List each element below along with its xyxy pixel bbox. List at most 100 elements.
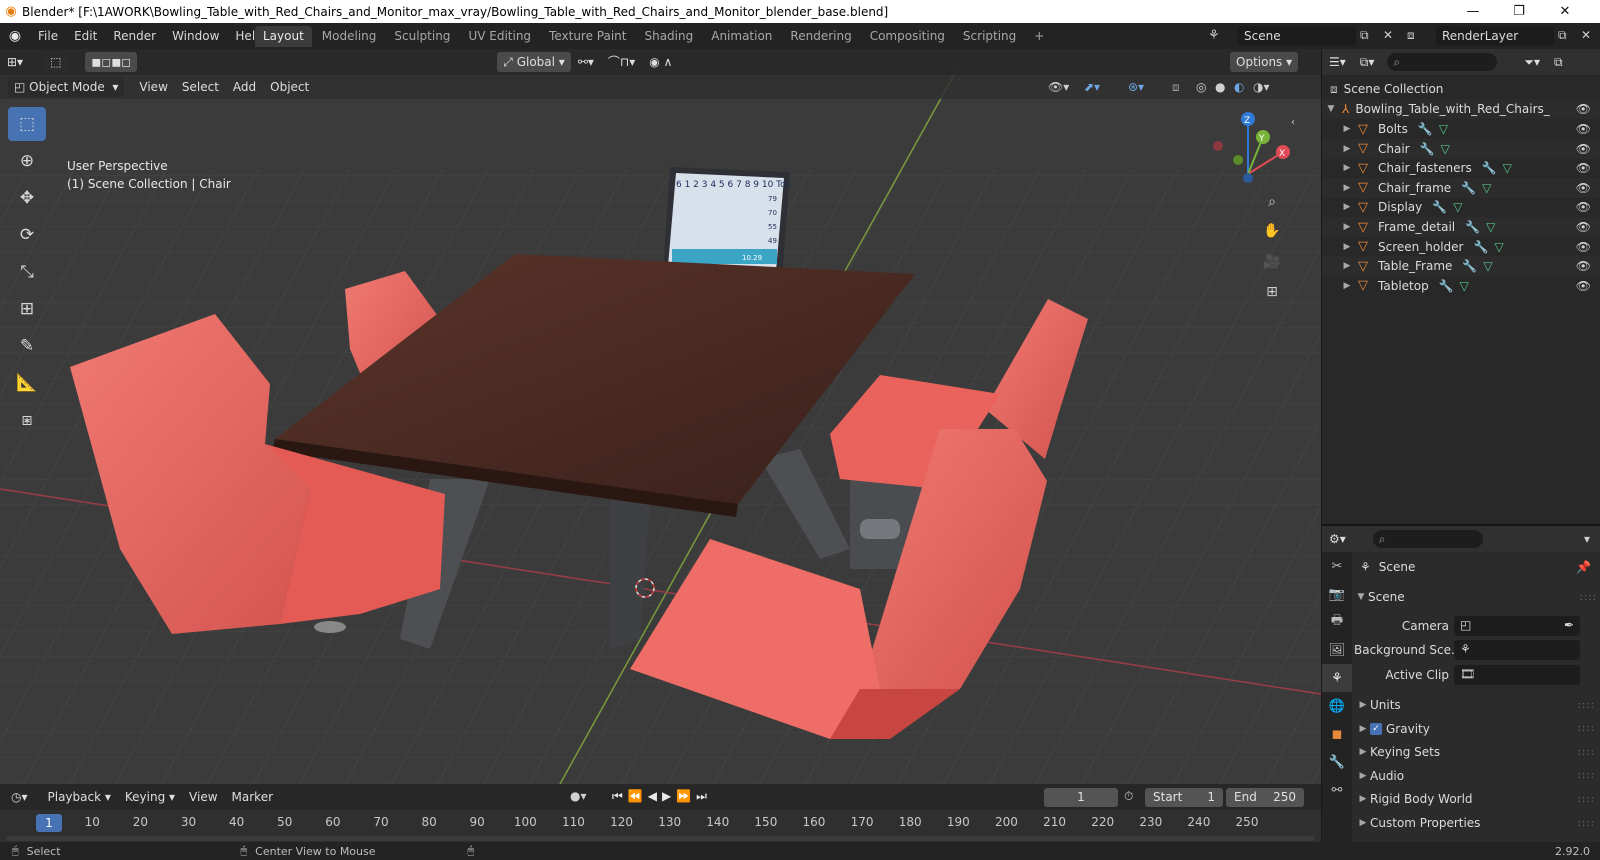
expand-icon[interactable]: ▶ (1340, 202, 1354, 212)
modifier-icon[interactable]: 🔧 (1439, 279, 1454, 293)
tab-layout[interactable]: Layout (255, 26, 312, 47)
annotate-tool-icon[interactable]: ✎ (8, 329, 46, 363)
mesh-data-icon[interactable]: ▽ (1494, 240, 1503, 254)
new-scene-icon[interactable]: ⧉ (1360, 28, 1369, 43)
solid-shading-icon[interactable]: ● (1215, 80, 1225, 94)
outliner-item[interactable]: ▶ ▽ Screen_holder 🔧 ▽ 👁 (1322, 237, 1600, 257)
ortho-toggle-icon[interactable]: ⊞ (1259, 279, 1285, 305)
outliner-scene-collection[interactable]: ⧈ Scene Collection (1322, 79, 1600, 99)
display-mode-icon[interactable]: ⧉▾ (1353, 52, 1382, 72)
background-scene-field[interactable]: ⚘ (1454, 640, 1580, 660)
eye-icon[interactable]: 👁 (1576, 102, 1591, 116)
wireframe-shading-icon[interactable]: ◎ (1196, 80, 1206, 94)
editor-type-icon[interactable]: ⊞▾ (0, 52, 30, 72)
sidebar-toggle-icon[interactable]: ‹ (1280, 109, 1306, 135)
eye-icon[interactable]: 👁 (1576, 142, 1591, 156)
minimize-button[interactable]: — (1450, 0, 1496, 23)
playhead[interactable]: 1 (36, 814, 62, 832)
modifier-icon[interactable]: 🔧 (1432, 200, 1447, 214)
transform-orientation-dropdown[interactable]: ⤢ Global ▾ (497, 52, 571, 72)
modifier-icon[interactable]: 🔧 (1420, 142, 1435, 156)
properties-editor-type-icon[interactable]: ⚙▾ (1322, 529, 1353, 549)
new-view-layer-icon[interactable]: ⧉ (1558, 28, 1567, 43)
new-collection-icon[interactable]: ⧉ (1547, 52, 1570, 72)
pivot-point-icon[interactable]: ⚯▾ (571, 52, 601, 72)
menu-add[interactable]: Add (226, 77, 263, 97)
camera-field[interactable]: ◰ ✒ (1454, 616, 1580, 636)
view-layer-tab-icon[interactable]: 🖼 (1322, 636, 1352, 664)
expand-icon[interactable]: ▶ (1340, 242, 1354, 252)
scene-tab-icon[interactable]: ⚘ (1322, 664, 1352, 692)
rotate-tool-icon[interactable]: ⟳ (8, 218, 46, 252)
preview-range-icon[interactable]: ⏱ (1124, 789, 1133, 804)
eye-icon[interactable]: 👁 (1576, 259, 1591, 273)
menu-render[interactable]: Render (105, 25, 164, 47)
outliner-collection[interactable]: ▼ ⅄ Bowling_Table_with_Red_Chairs_ 👁 (1322, 99, 1600, 119)
pan-hand-icon[interactable]: ✋ (1259, 218, 1285, 244)
playback-controls[interactable]: ⏮⏪◀▶⏩⏭ (612, 789, 712, 804)
selection-mode-set-icon[interactable]: ◼◻◼◻ (85, 52, 138, 72)
delete-scene-icon[interactable]: ✕ (1383, 28, 1393, 42)
object-tab-icon[interactable]: ◼ (1322, 720, 1352, 748)
active-clip-field[interactable]: 🎞 (1454, 665, 1580, 685)
tab-compositing[interactable]: Compositing (862, 26, 953, 47)
timeline-scrollbar[interactable] (6, 836, 1315, 841)
camera-view-icon[interactable]: 🎥 (1259, 249, 1285, 275)
material-shading-icon[interactable]: ◐ (1234, 80, 1244, 94)
menu-keying[interactable]: Keying ▾ (118, 787, 182, 807)
expand-icon[interactable]: ▶ (1340, 144, 1354, 154)
close-button[interactable]: ✕ (1542, 0, 1588, 23)
menu-object[interactable]: Object (263, 77, 316, 97)
transform-tool-icon[interactable]: ⊞ (8, 292, 46, 326)
mesh-data-icon[interactable]: ▽ (1441, 142, 1450, 156)
add-cube-tool-icon[interactable]: ⧆ (8, 403, 46, 437)
timeline-editor-type-icon[interactable]: ◷▾ (4, 787, 35, 807)
output-tab-icon[interactable]: 🖶 (1322, 608, 1352, 636)
expand-icon[interactable]: ▶ (1340, 261, 1354, 271)
zoom-icon[interactable]: ⌕ (1259, 189, 1285, 215)
outliner-item[interactable]: ▶ ▽ Tabletop 🔧 ▽ 👁 (1322, 276, 1600, 296)
cursor-tool-icon[interactable]: ⊕ (8, 144, 46, 178)
subpanel-header[interactable]: ▶ ✓ Gravity:::: (1356, 718, 1599, 740)
outliner-item[interactable]: ▶ ▽ Bolts 🔧 ▽ 👁 (1322, 119, 1600, 139)
menu-marker[interactable]: Marker (225, 787, 280, 807)
start-frame-field[interactable]: Start 1 (1145, 788, 1223, 807)
snap-icon[interactable]: ⌒⊓▾ (601, 52, 642, 72)
mesh-data-icon[interactable]: ▽ (1483, 259, 1492, 273)
outliner-item[interactable]: ▶ ▽ Display 🔧 ▽ 👁 (1322, 197, 1600, 217)
menu-playback[interactable]: Playback ▾ (41, 787, 118, 807)
menu-view[interactable]: View (132, 77, 174, 97)
current-frame-field[interactable]: 1 (1044, 788, 1118, 807)
expand-icon[interactable]: ▶ (1340, 163, 1354, 173)
mode-dropdown[interactable]: ◰ Object Mode ▾ (8, 77, 125, 97)
menu-select[interactable]: Select (175, 77, 226, 97)
eye-icon[interactable]: 👁 (1576, 279, 1591, 293)
tab-modeling[interactable]: Modeling (314, 26, 385, 47)
rendered-shading-icon[interactable]: ◑▾ (1253, 80, 1270, 94)
expand-icon[interactable]: ▶ (1340, 281, 1354, 291)
subpanel-header[interactable]: ▶ Custom Properties:::: (1356, 812, 1599, 834)
outliner-item[interactable]: ▶ ▽ Table_Frame 🔧 ▽ 👁 (1322, 256, 1600, 277)
tab-rendering[interactable]: Rendering (782, 26, 859, 47)
view-layer-icon[interactable]: ⧈ (1407, 28, 1415, 43)
outliner-search-input[interactable]: ⌕ (1387, 53, 1498, 71)
tab-uv-editing[interactable]: UV Editing (460, 26, 539, 47)
proportional-editing-icon[interactable]: ◉ ∧ (642, 52, 679, 72)
modifier-icon[interactable]: 🔧 (1418, 122, 1433, 136)
add-workspace-button[interactable]: + (1026, 26, 1052, 47)
scene-panel-header[interactable]: ▼ Scene :::: (1352, 586, 1600, 608)
eye-icon[interactable]: 👁 (1576, 220, 1591, 234)
visibility-icon[interactable]: 👁▾ (1048, 80, 1069, 94)
eyedropper-icon[interactable]: ✒ (1564, 618, 1574, 632)
outliner-editor-type-icon[interactable]: ☰▾ (1322, 52, 1353, 72)
menu-edit[interactable]: Edit (66, 25, 105, 47)
view-layer-selector[interactable]: RenderLayer (1436, 26, 1554, 46)
select-box-tool-icon[interactable]: ⬚ (8, 107, 46, 141)
measure-tool-icon[interactable]: 📐 (8, 366, 46, 400)
mesh-data-icon[interactable]: ▽ (1453, 200, 1462, 214)
expand-icon[interactable]: ▶ (1340, 183, 1354, 193)
tab-scripting[interactable]: Scripting (955, 26, 1024, 47)
delete-view-layer-icon[interactable]: ✕ (1581, 28, 1591, 42)
expand-icon[interactable]: ▶ (1340, 222, 1354, 232)
menu-timeline-view[interactable]: View (182, 787, 224, 807)
